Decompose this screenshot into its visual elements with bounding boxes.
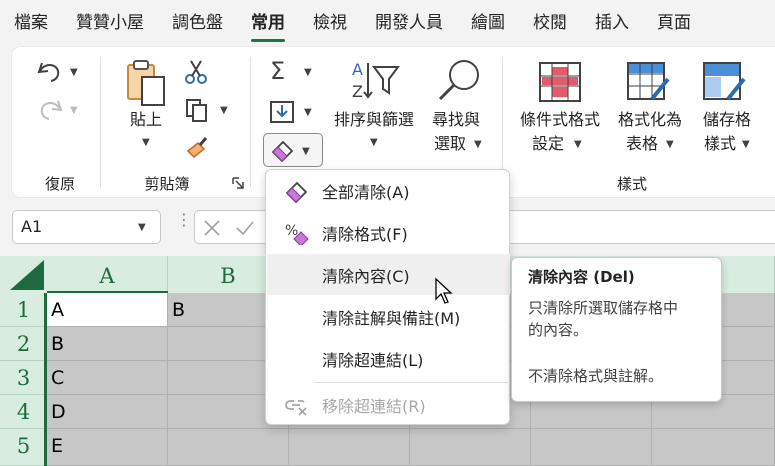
conditional-formatting-label-1[interactable]: 條件式格式 bbox=[512, 109, 608, 131]
svg-text:Z: Z bbox=[352, 82, 363, 101]
tooltip-line-2: 的內容。 bbox=[528, 321, 589, 339]
tab-zanzan[interactable]: 贊贊小屋 bbox=[62, 0, 158, 46]
tooltip-line-3: 不清除格式與註解。 bbox=[528, 367, 664, 385]
tooltip: 清除內容 (Del) 只清除所選取儲存格中 的內容。 不清除格式與註解。 bbox=[511, 257, 722, 402]
tab-draw[interactable]: 繪圖 bbox=[457, 0, 519, 46]
find-select-icon[interactable] bbox=[436, 57, 482, 103]
menu-separator bbox=[314, 382, 508, 383]
menu-item-clear-formats[interactable]: % 清除格式(F) bbox=[267, 212, 510, 253]
row-header-5[interactable]: 5 bbox=[0, 429, 47, 466]
row-header-3[interactable]: 3 bbox=[0, 361, 47, 395]
format-as-table-icon[interactable] bbox=[626, 61, 672, 103]
mouse-cursor-icon bbox=[435, 277, 453, 304]
menu-item-label: 清除超連結(L) bbox=[322, 351, 424, 370]
sort-filter-label[interactable]: 排序與篩選 bbox=[328, 109, 420, 131]
paste-chevron-icon[interactable]: ▼ bbox=[142, 137, 150, 148]
undo-icon[interactable] bbox=[36, 59, 64, 85]
paste-icon[interactable] bbox=[124, 59, 170, 107]
menu-item-clear-all[interactable]: 全部清除(A) bbox=[267, 170, 510, 211]
tab-palette[interactable]: 調色盤 bbox=[158, 0, 237, 46]
fill-chevron-icon[interactable]: ▼ bbox=[304, 107, 312, 118]
clear-formats-icon: % bbox=[285, 223, 309, 245]
enter-icon bbox=[236, 221, 254, 236]
cell-styles-label-2[interactable]: 樣式 bbox=[700, 133, 740, 155]
find-select-chevron-icon[interactable]: ▼ bbox=[474, 139, 482, 150]
sort-filter-icon[interactable]: A Z bbox=[350, 59, 400, 103]
cell-b5[interactable] bbox=[168, 429, 289, 466]
tooltip-title: 清除內容 (Del) bbox=[528, 268, 635, 286]
menu-item-clear-comments[interactable]: 清除註解與備註(M) bbox=[267, 296, 510, 337]
clear-chevron-icon[interactable]: ▼ bbox=[302, 146, 310, 157]
autosum-icon[interactable]: Σ bbox=[270, 57, 285, 85]
autosum-chevron-icon[interactable]: ▼ bbox=[304, 67, 312, 78]
copy-chevron-icon[interactable]: ▼ bbox=[220, 105, 228, 116]
clear-all-icon bbox=[285, 181, 308, 203]
dialog-launcher-icon[interactable] bbox=[232, 177, 244, 189]
cell-f5[interactable] bbox=[652, 429, 775, 466]
cut-icon[interactable] bbox=[184, 59, 208, 85]
undo-chevron-icon[interactable]: ▼ bbox=[70, 67, 78, 78]
fill-icon[interactable] bbox=[268, 99, 296, 125]
find-select-label-1[interactable]: 尋找與 bbox=[426, 109, 486, 131]
formula-bar-grip-icon: ⋮ bbox=[176, 210, 192, 229]
row-header-2[interactable]: 2 bbox=[0, 327, 47, 361]
column-header-a[interactable]: A bbox=[47, 256, 168, 293]
find-select-label-2[interactable]: 選取 bbox=[422, 133, 478, 155]
undo-group-label: 復原 bbox=[44, 175, 75, 193]
cell-e5[interactable] bbox=[531, 429, 652, 466]
menu-item-clear-hyperlinks[interactable]: 清除超連結(L) bbox=[267, 338, 510, 379]
redo-chevron-icon: ▼ bbox=[70, 105, 78, 116]
menu-item-label: 清除內容(C) bbox=[322, 267, 410, 286]
remove-hyperlink-icon bbox=[285, 400, 307, 416]
row-header-1[interactable]: 1 bbox=[0, 293, 47, 327]
menu-item-label: 清除註解與備註(M) bbox=[322, 309, 461, 328]
tab-home[interactable]: 常用 bbox=[237, 0, 299, 46]
copy-icon[interactable] bbox=[184, 97, 210, 123]
cell-a1[interactable]: A bbox=[47, 293, 168, 327]
format-as-table-chevron-icon[interactable]: ▼ bbox=[666, 139, 674, 150]
eraser-icon bbox=[271, 140, 294, 162]
cell-styles-icon[interactable] bbox=[702, 61, 748, 103]
tab-developer[interactable]: 開發人員 bbox=[361, 0, 457, 46]
svg-text:A: A bbox=[352, 60, 363, 79]
cell-styles-chevron-icon[interactable]: ▼ bbox=[742, 139, 750, 150]
cell-a4[interactable]: D bbox=[47, 395, 168, 429]
tab-file[interactable]: 檔案 bbox=[0, 0, 62, 46]
conditional-formatting-chevron-icon[interactable]: ▼ bbox=[574, 139, 582, 150]
tooltip-line-1: 只清除所選取儲存格中 bbox=[528, 299, 679, 317]
ribbon-tabs: 檔案 贊贊小屋 調色盤 常用 檢視 開發人員 繪圖 校閱 插入 頁面 bbox=[0, 0, 775, 46]
menu-item-label: 清除格式(F) bbox=[322, 225, 408, 244]
paste-label[interactable]: 貼上 bbox=[126, 109, 166, 131]
clipboard-group-label: 剪貼簿 bbox=[144, 175, 190, 193]
cell-d5[interactable] bbox=[410, 429, 531, 466]
tab-page[interactable]: 頁面 bbox=[643, 0, 705, 46]
menu-item-label: 全部清除(A) bbox=[322, 183, 410, 202]
row-header-4[interactable]: 4 bbox=[0, 395, 47, 429]
name-box-chevron-icon[interactable]: ▼ bbox=[138, 222, 146, 233]
tab-review[interactable]: 校閱 bbox=[519, 0, 581, 46]
format-painter-icon[interactable] bbox=[184, 135, 210, 161]
sort-filter-chevron-icon[interactable]: ▼ bbox=[370, 137, 378, 148]
cell-a2[interactable]: B bbox=[47, 327, 168, 361]
cancel-icon bbox=[204, 220, 220, 236]
menu-item-clear-contents[interactable]: 清除內容(C) bbox=[267, 254, 510, 295]
cell-c5[interactable] bbox=[289, 429, 410, 466]
redo-icon bbox=[40, 100, 63, 120]
select-all-button[interactable] bbox=[0, 256, 47, 293]
cell-styles-label-1[interactable]: 儲存格 bbox=[698, 109, 756, 131]
menu-item-label: 移除超連結(R) bbox=[322, 397, 426, 416]
conditional-formatting-label-2[interactable]: 設定 bbox=[528, 133, 568, 155]
format-as-table-label-1[interactable]: 格式化為 bbox=[612, 109, 688, 131]
menu-item-remove-hyperlinks: 移除超連結(R) bbox=[267, 384, 510, 425]
clear-menu: 全部清除(A) % 清除格式(F) 清除內容(C) 清除註解與備註(M) 清除超… bbox=[265, 169, 510, 425]
tab-insert[interactable]: 插入 bbox=[581, 0, 643, 46]
styles-group-label: 樣式 bbox=[616, 175, 647, 193]
cell-a5[interactable]: E bbox=[47, 429, 168, 466]
format-as-table-label-2[interactable]: 表格 bbox=[620, 133, 664, 155]
tab-view[interactable]: 檢視 bbox=[299, 0, 361, 46]
conditional-formatting-icon[interactable] bbox=[538, 61, 582, 103]
cell-a3[interactable]: C bbox=[47, 361, 168, 395]
